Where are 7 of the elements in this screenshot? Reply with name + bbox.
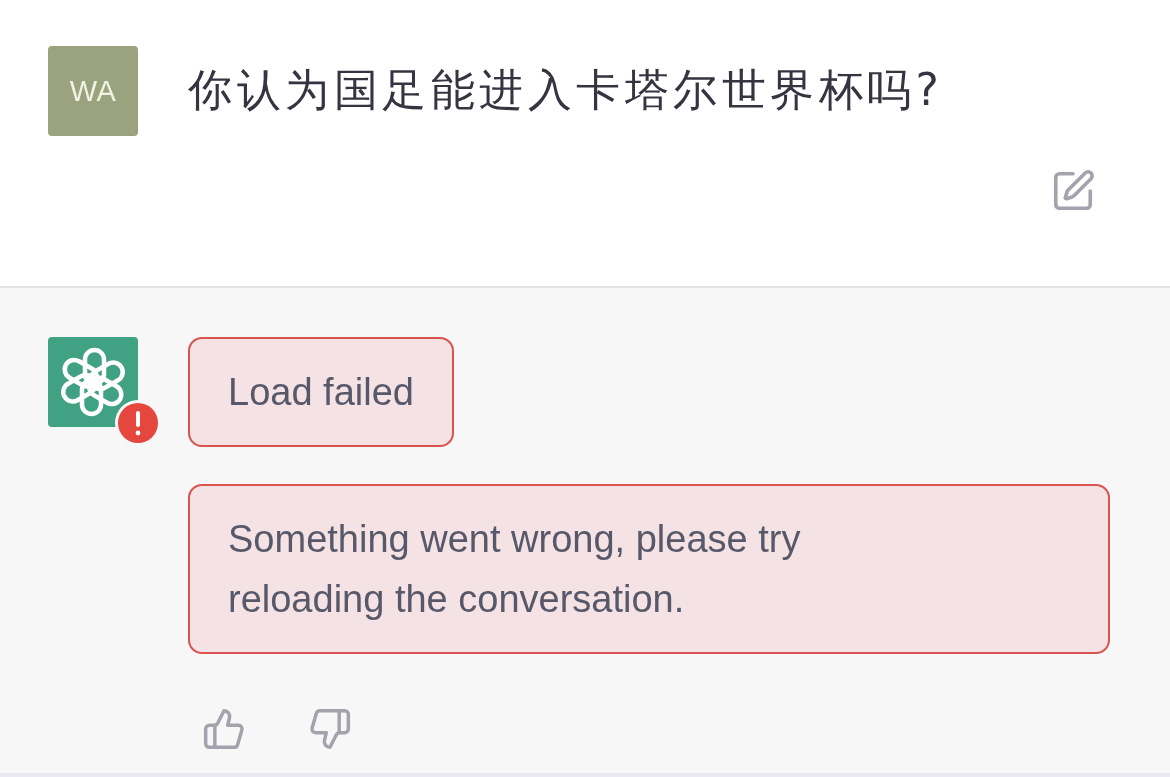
logo-avatar-icon <box>48 337 138 427</box>
error-message: Something went wrong, please try reloading the conversation. <box>188 484 1110 654</box>
thumbs-down-icon[interactable] <box>307 706 353 752</box>
user-question-text: 你认为国足能进入卡塔尔世界杯吗? <box>188 63 944 117</box>
user-avatar: WA <box>48 46 138 136</box>
thumbs-up-icon[interactable] <box>201 706 247 752</box>
error-message: Load failed <box>188 337 454 447</box>
